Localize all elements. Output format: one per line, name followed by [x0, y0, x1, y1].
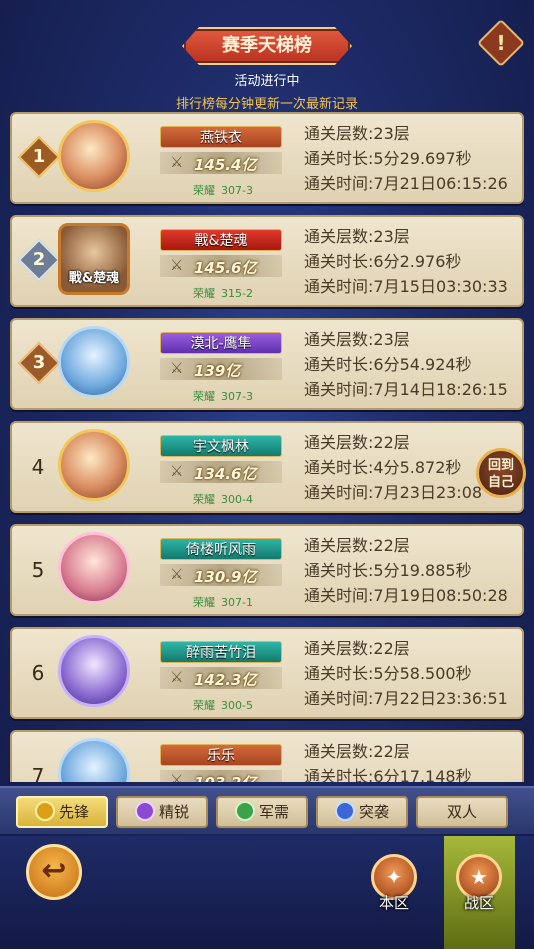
tab-supply[interactable]: 军需 [216, 796, 308, 828]
power-value: 145.4亿 [194, 156, 257, 174]
avatar[interactable] [58, 326, 130, 398]
power-row: ⚔ 145.4亿 [160, 152, 282, 174]
power-value: 142.3亿 [194, 671, 257, 689]
power-value: 130.9亿 [194, 568, 257, 586]
player-name: 燕铁衣 [160, 126, 282, 148]
stats: 通关层数:22层 通关时长:5分58.500秒 通关时间:7月22日23:36:… [304, 639, 508, 708]
player-name: 倚楼听风雨 [160, 538, 282, 560]
tab-duo[interactable]: 双人 [416, 796, 508, 828]
bottom-bar: ↩ ✦ 本区 ★ 战区 [0, 836, 534, 949]
tab-raid[interactable]: 突袭 [316, 796, 408, 828]
ranking-list[interactable]: 1 燕铁衣 ⚔ 145.4亿 荣耀 307-3 通关层数:23层 通关时长:5分2… [10, 112, 524, 782]
honor-row: 荣耀 300-4 [193, 493, 253, 506]
swords-icon: ⚔ [170, 771, 184, 782]
avatar-label: 戰&楚魂 [68, 271, 120, 286]
swords-icon: ⚔ [170, 565, 184, 583]
leaf-icon [234, 801, 255, 821]
rank-number: 6 [31, 661, 45, 685]
rank-badge-bronze: 3 [17, 341, 61, 385]
tab-vanguard[interactable]: 先锋 [16, 796, 108, 828]
rank-badge-silver: 2 [17, 238, 61, 282]
swords-icon: ⚔ [170, 153, 184, 171]
power-value: 139亿 [194, 362, 241, 380]
category-tabs: 先锋 精锐 军需 突袭 双人 [0, 786, 534, 834]
avatar[interactable] [58, 635, 130, 707]
back-button[interactable]: ↩ [26, 844, 82, 900]
power-row: ⚔ 139亿 [160, 358, 282, 380]
swords-icon: ⚔ [170, 668, 184, 686]
ranking-row-4[interactable]: 4 宇文枫林 ⚔ 134.6亿 荣耀 300-4 通关层数:22层 通关时长:4分… [10, 421, 524, 513]
player-name: 宇文枫林 [160, 435, 282, 457]
rank-badge-gold: 1 [17, 135, 61, 179]
avatar[interactable]: 戰&楚魂 [58, 223, 130, 295]
stats: 通关层数:22层 通关时长:5分19.885秒 通关时间:7月19日08:50:… [304, 536, 508, 605]
stats: 通关层数:22层 通关时长:6分17.148秒 [304, 742, 472, 782]
shield-icon [34, 801, 55, 821]
swords-icon: ⚔ [170, 462, 184, 480]
honor-row: 荣耀 307-3 [193, 184, 253, 197]
avatar[interactable] [58, 532, 130, 604]
stats: 通关层数:23层 通关时长:6分2.976秒 通关时间:7月15日03:30:3… [304, 227, 508, 296]
avatar[interactable] [58, 738, 130, 782]
honor-row: 荣耀 307-3 [193, 390, 253, 403]
war-zone-button[interactable]: ★ 战区 [451, 854, 507, 918]
power-row: ⚔ 142.3亿 [160, 667, 282, 689]
rank-number: 7 [31, 764, 45, 782]
top-bar: 赛季天梯榜 活动进行中 排行榜每分钟更新一次最新记录 ! [0, 0, 534, 112]
purple-orb-icon [134, 801, 155, 821]
power-value: 145.6亿 [194, 259, 257, 277]
stats: 通关层数:23层 通关时长:6分54.924秒 通关时间:7月14日18:26:… [304, 330, 508, 399]
swirl-icon [334, 801, 355, 821]
page-title: 赛季天梯榜 [182, 27, 352, 65]
event-status: 活动进行中 [234, 74, 300, 89]
swords-icon: ⚔ [170, 359, 184, 377]
player-name: 漠北-鹰隼 [160, 332, 282, 354]
info-button[interactable]: ! [476, 18, 526, 68]
power-row: ⚔ 145.6亿 [160, 255, 282, 277]
ranking-row-3[interactable]: 3 漠北-鹰隼 ⚔ 139亿 荣耀 307-3 通关层数:23层 通关时长:6分5… [10, 318, 524, 410]
local-zone-button[interactable]: ✦ 本区 [366, 854, 422, 918]
avatar[interactable] [58, 429, 130, 501]
stats: 通关层数:22层 通关时长:4分5.872秒 通关时间:7月23日23:08 [304, 433, 483, 502]
honor-row: 荣耀 300-5 [193, 699, 253, 712]
tab-elite[interactable]: 精锐 [116, 796, 208, 828]
power-value: 103.2亿 [194, 772, 256, 782]
player-name: 醉雨苦竹泪 [160, 641, 282, 663]
player-name: 乐乐 [160, 744, 282, 766]
power-value: 134.6亿 [194, 465, 257, 483]
power-row: ⚔ 103.2亿 [160, 770, 282, 782]
ranking-row-1[interactable]: 1 燕铁衣 ⚔ 145.4亿 荣耀 307-3 通关层数:23层 通关时长:5分2… [10, 112, 524, 204]
swords-icon: ⚔ [170, 256, 184, 274]
avatar[interactable] [58, 120, 130, 192]
ranking-row-6[interactable]: 6 醉雨苦竹泪 ⚔ 142.3亿 荣耀 300-5 通关层数:22层 通关时长:5… [10, 627, 524, 719]
stats: 通关层数:23层 通关时长:5分29.697秒 通关时间:7月21日06:15:… [304, 124, 508, 193]
rank-number: 5 [31, 558, 45, 582]
ranking-row-5[interactable]: 5 倚楼听风雨 ⚔ 130.9亿 荣耀 307-1 通关层数:22层 通关时长:5… [10, 524, 524, 616]
power-row: ⚔ 134.6亿 [160, 461, 282, 483]
ranking-row-2[interactable]: 2 戰&楚魂 戰&楚魂 ⚔ 145.6亿 荣耀 315-2 通关层数:23层 通关… [10, 215, 524, 307]
update-notice: 排行榜每分钟更新一次最新记录 [175, 97, 358, 112]
rank-number: 4 [31, 455, 45, 479]
ranking-row-7[interactable]: 7 乐乐 ⚔ 103.2亿 通关层数:22层 通关时长:6分17.148秒 [10, 730, 524, 782]
exclamation-icon: ! [496, 31, 506, 55]
honor-row: 荣耀 315-2 [193, 287, 253, 300]
power-row: ⚔ 130.9亿 [160, 564, 282, 586]
jump-to-self-button[interactable]: 回到 自己 [476, 448, 526, 498]
honor-row: 荣耀 307-1 [193, 596, 253, 609]
player-name: 戰&楚魂 [160, 229, 282, 251]
